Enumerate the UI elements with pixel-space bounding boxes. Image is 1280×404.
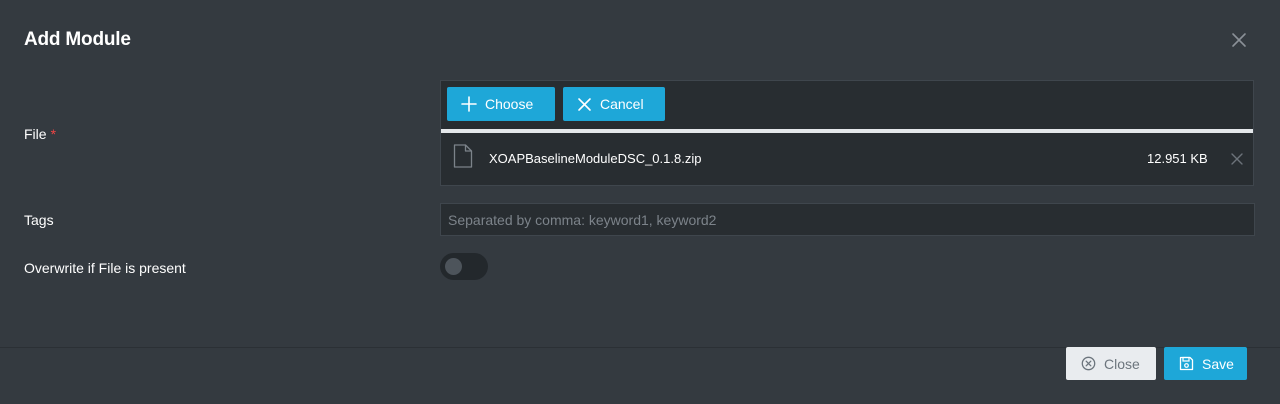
overwrite-toggle[interactable] <box>440 253 488 280</box>
tags-label: Tags <box>24 212 54 228</box>
plus-icon <box>461 96 477 112</box>
close-button-label: Close <box>1104 355 1140 372</box>
cancel-button-label: Cancel <box>600 96 644 112</box>
add-module-dialog: Add Module File * Choose Cancel XOAPBase… <box>0 0 1280 404</box>
save-button[interactable]: Save <box>1164 347 1247 380</box>
overwrite-label: Overwrite if File is present <box>24 260 186 276</box>
circle-x-icon <box>1081 356 1096 371</box>
toggle-knob <box>445 258 462 275</box>
close-icon <box>1231 153 1243 165</box>
choose-button[interactable]: Choose <box>447 87 555 121</box>
tags-input[interactable] <box>440 203 1255 236</box>
choose-button-label: Choose <box>485 96 534 112</box>
file-label: File * <box>24 126 56 142</box>
upload-toolbar: Choose Cancel <box>441 81 1253 129</box>
file-name: XOAPBaselineModuleDSC_0.1.8.zip <box>489 151 702 166</box>
file-upload[interactable]: Choose Cancel XOAPBaselineModuleDSC_0.1.… <box>440 80 1254 186</box>
save-button-label: Save <box>1202 355 1234 372</box>
cancel-upload-button[interactable]: Cancel <box>563 87 665 121</box>
close-button[interactable]: Close <box>1066 347 1156 380</box>
floppy-disk-icon <box>1179 356 1194 371</box>
file-list-item: XOAPBaselineModuleDSC_0.1.8.zip 12.951 K… <box>441 133 1253 185</box>
close-icon <box>1232 33 1246 47</box>
dialog-close-button[interactable] <box>1230 31 1248 49</box>
close-icon <box>578 97 591 111</box>
remove-file-button[interactable] <box>1230 152 1244 166</box>
dialog-title: Add Module <box>24 29 131 50</box>
file-icon <box>453 144 473 168</box>
required-marker: * <box>50 126 57 142</box>
file-label-text: File <box>24 126 47 142</box>
file-size: 12.951 KB <box>1147 151 1208 166</box>
